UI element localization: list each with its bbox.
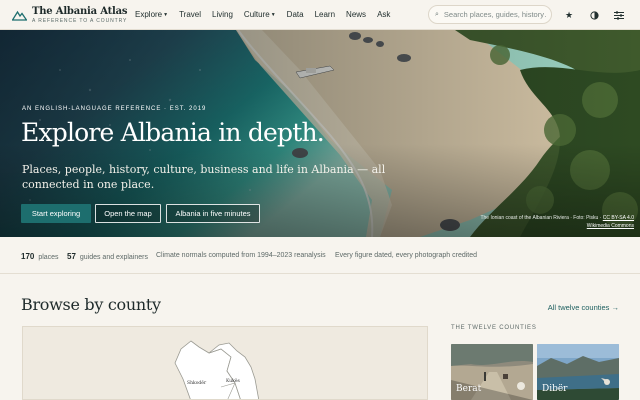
hero-subtitle: Places, people, history, culture, busine… (22, 163, 386, 191)
section-title: Browse by county (21, 295, 161, 314)
site-header: The Albania Atlas A REFERENCE TO A COUNT… (0, 0, 640, 30)
county-map[interactable]: Shkodër Kukës (22, 326, 428, 400)
contrast-icon[interactable] (587, 8, 601, 22)
logo-tagline: A REFERENCE TO A COUNTRY (32, 18, 128, 24)
search-box[interactable]: ⌕ (428, 5, 552, 24)
county-name: Dibër (542, 384, 568, 394)
chevron-down-icon: ▼ (163, 12, 169, 18)
albania-map: Shkodër Kukës (174, 340, 260, 399)
map-label-kukes: Kukës (226, 378, 241, 384)
photo-credit: The Ionian coast of the Albanian Riviera… (480, 215, 634, 229)
stats-bar: 170 places 57 guides and explainers Clim… (0, 237, 640, 274)
open-map-button[interactable]: Open the map (95, 204, 161, 223)
nav-ask[interactable]: Ask (377, 9, 390, 21)
site-logo[interactable]: The Albania Atlas A REFERENCE TO A COUNT… (12, 6, 128, 25)
county-card-berat[interactable]: Berat (451, 344, 533, 400)
places-stat: 170 places (21, 252, 59, 261)
chevron-down-icon: ▼ (270, 12, 276, 18)
hero-kicker: AN ENGLISH-LANGUAGE REFERENCE · EST. 201… (22, 106, 207, 112)
mountain-logo-icon (12, 10, 27, 21)
county-card-diber[interactable]: Dibër (537, 344, 619, 400)
search-icon: ⌕ (435, 10, 439, 18)
nav-news[interactable]: News (346, 9, 366, 21)
wikimedia-link[interactable]: Wikimedia Commons (587, 223, 634, 229)
hero: AN ENGLISH-LANGUAGE REFERENCE · EST. 201… (0, 30, 640, 237)
map-label-shkoder: Shkodër (187, 380, 207, 386)
hero-title: Explore Albania in depth. (21, 118, 325, 147)
logo-name: The Albania Atlas (32, 6, 128, 17)
nav-culture[interactable]: Culture▼ (244, 9, 276, 21)
county-name: Berat (456, 384, 482, 394)
sliders-icon[interactable] (612, 8, 626, 22)
five-minutes-button[interactable]: Albania in five minutes (166, 204, 260, 223)
nav-explore[interactable]: Explore▼ (135, 9, 168, 21)
all-counties-link[interactable]: All twelve counties → (548, 303, 619, 312)
star-icon[interactable]: ★ (562, 8, 576, 22)
license-link[interactable]: CC BY-SA 4.0 (603, 215, 634, 221)
start-exploring-button[interactable]: Start exploring (21, 204, 91, 223)
search-input[interactable] (443, 10, 546, 19)
nav-learn[interactable]: Learn (315, 9, 335, 21)
nav-travel[interactable]: Travel (179, 9, 201, 21)
twelve-counties-label: THE TWELVE COUNTIES (451, 325, 537, 331)
main-nav: Explore▼ Travel Living Culture▼ Data Lea… (135, 9, 401, 21)
nav-living[interactable]: Living (212, 9, 233, 21)
nav-data[interactable]: Data (287, 9, 304, 21)
dated-note: Every figure dated, every photograph cre… (335, 252, 478, 259)
guides-stat: 57 guides and explainers (67, 252, 148, 261)
climate-note: Climate normals computed from 1994–2023 … (156, 252, 326, 259)
